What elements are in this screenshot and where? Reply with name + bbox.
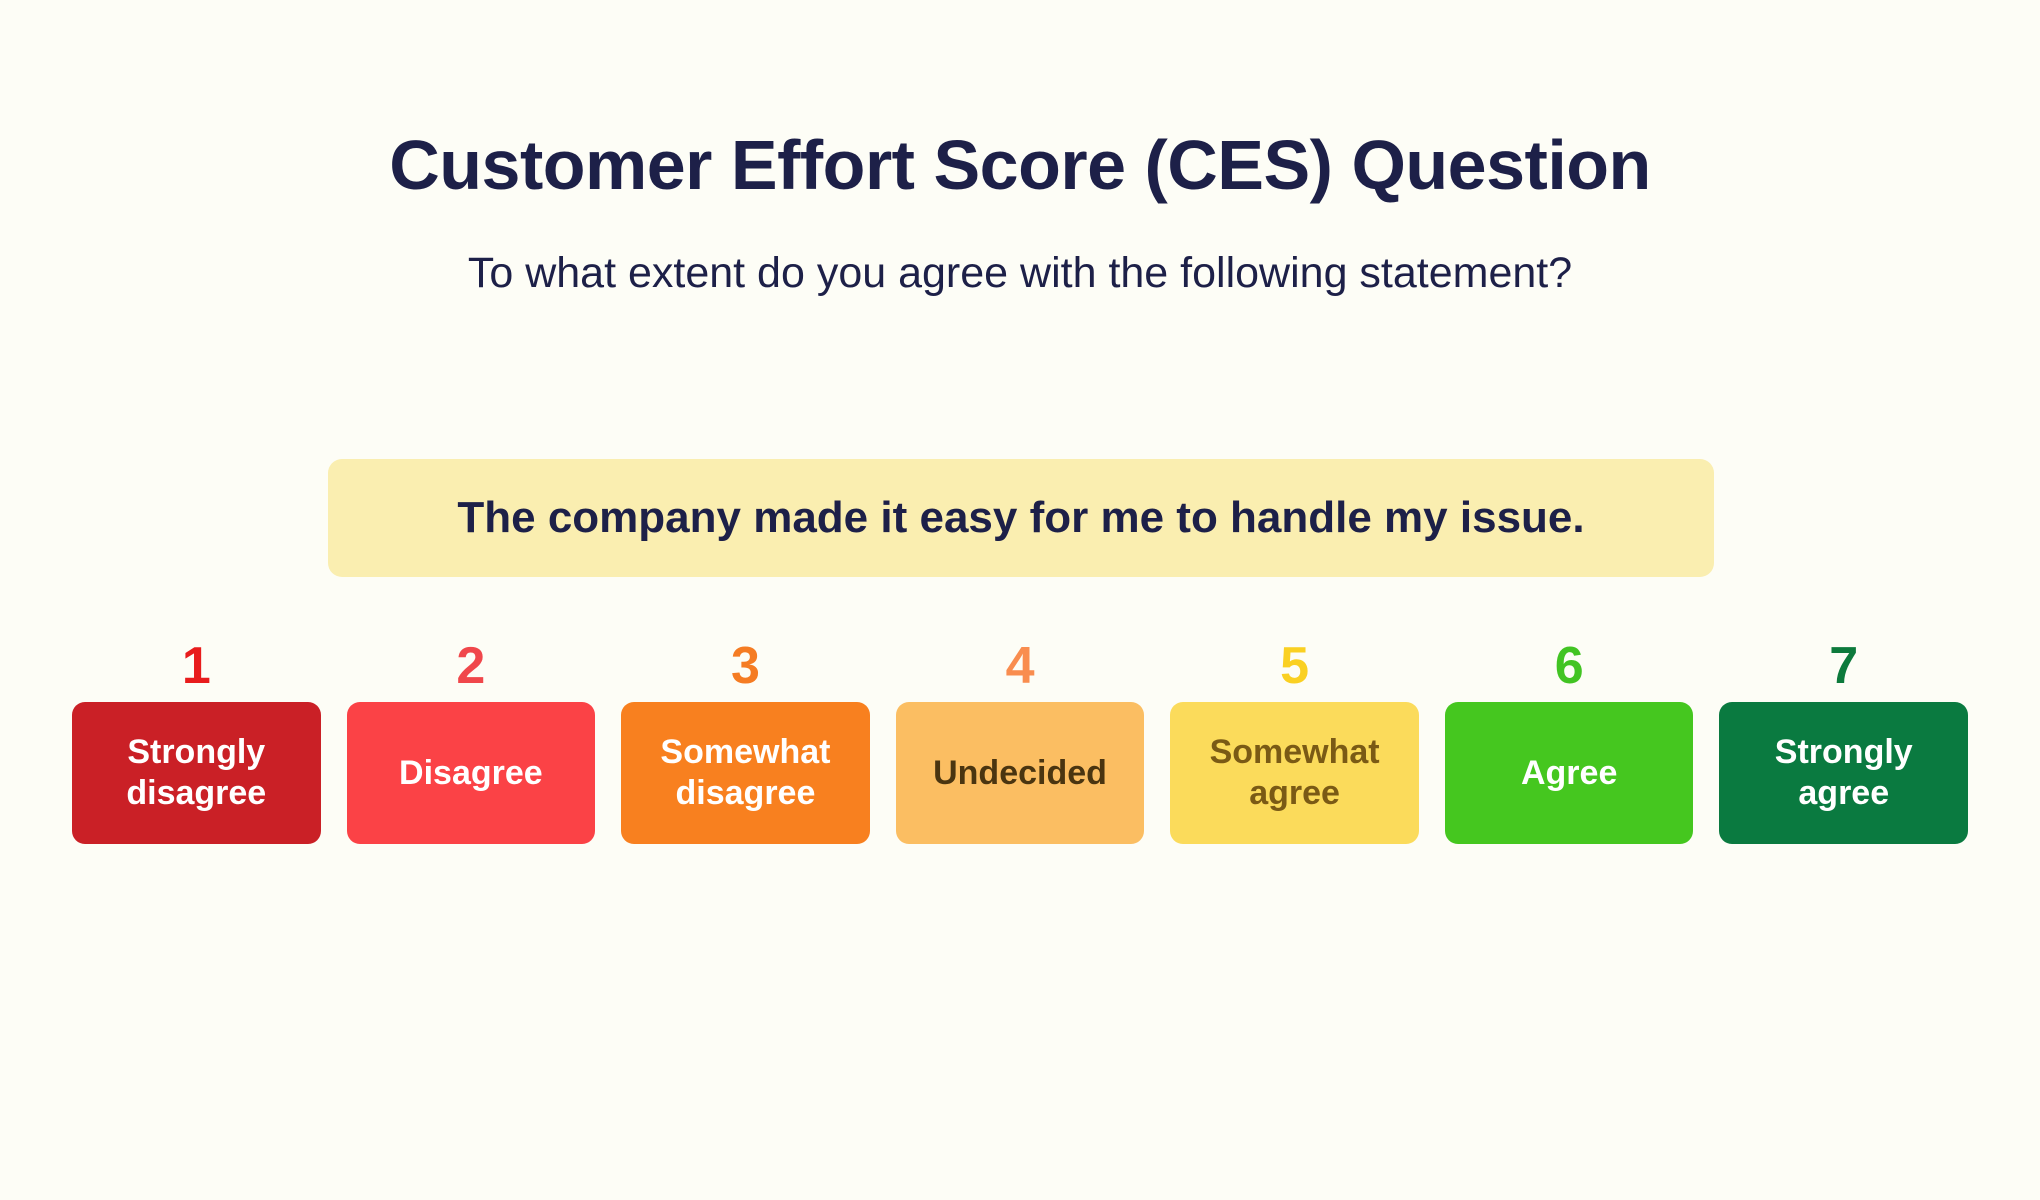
scale-box-4[interactable]: Undecided	[895, 702, 1145, 844]
scale-option-6: 6 Agree	[1444, 630, 1694, 844]
scale-box-3[interactable]: Somewhat disagree	[621, 702, 870, 844]
scale-box-5[interactable]: Somewhat agree	[1170, 702, 1419, 844]
scale-box-2[interactable]: Disagree	[346, 702, 596, 844]
scale-box-label: Somewhat disagree	[660, 733, 831, 812]
scale-box-label: Strongly disagree	[126, 733, 267, 812]
likert-scale: 1 Strongly disagree 2 Disagree 3 Somewhat dis…	[72, 630, 1969, 844]
scale-box-label: Somewhat agree	[1209, 733, 1380, 812]
page-subtitle: To what extent do you agree with the fol…	[467, 249, 1573, 297]
page-root: Customer Effort Score (CES) Question To …	[0, 0, 2040, 1200]
scale-number-7: 7	[1829, 637, 1859, 695]
scale-box-label: Strongly agree	[1774, 733, 1913, 812]
scale-number-5: 5	[1280, 637, 1310, 695]
scale-option-5: 5 Somewhat agree	[1170, 630, 1419, 844]
scale-box-label: Disagree	[399, 753, 543, 792]
scale-number-4: 4	[1005, 637, 1035, 695]
statement-text: The company made it easy for me to handl…	[457, 492, 1585, 542]
scale-option-3: 3 Somewhat disagree	[621, 630, 870, 844]
scale-box-label: Undecided	[933, 753, 1107, 792]
scale-number-3: 3	[730, 637, 760, 695]
scale-option-2: 2 Disagree	[346, 630, 596, 844]
header: Customer Effort Score (CES) Question To …	[0, 130, 2040, 295]
scale-number-6: 6	[1554, 637, 1584, 695]
scale-option-7: 7 Strongly agree	[1719, 630, 1969, 844]
scale-number-2: 2	[456, 637, 486, 695]
scale-box-label: Agree	[1520, 753, 1618, 792]
scale-box-6[interactable]: Agree	[1444, 702, 1694, 844]
scale-box-7[interactable]: Strongly agree	[1719, 702, 1969, 844]
scale-number-1: 1	[181, 637, 211, 695]
page-title: Customer Effort Score (CES) Question	[389, 126, 1651, 204]
scale-box-1[interactable]: Strongly disagree	[72, 702, 321, 844]
statement-banner: The company made it easy for me to handl…	[328, 459, 1714, 577]
scale-option-1: 1 Strongly disagree	[72, 630, 321, 844]
scale-option-4: 4 Undecided	[895, 630, 1145, 844]
